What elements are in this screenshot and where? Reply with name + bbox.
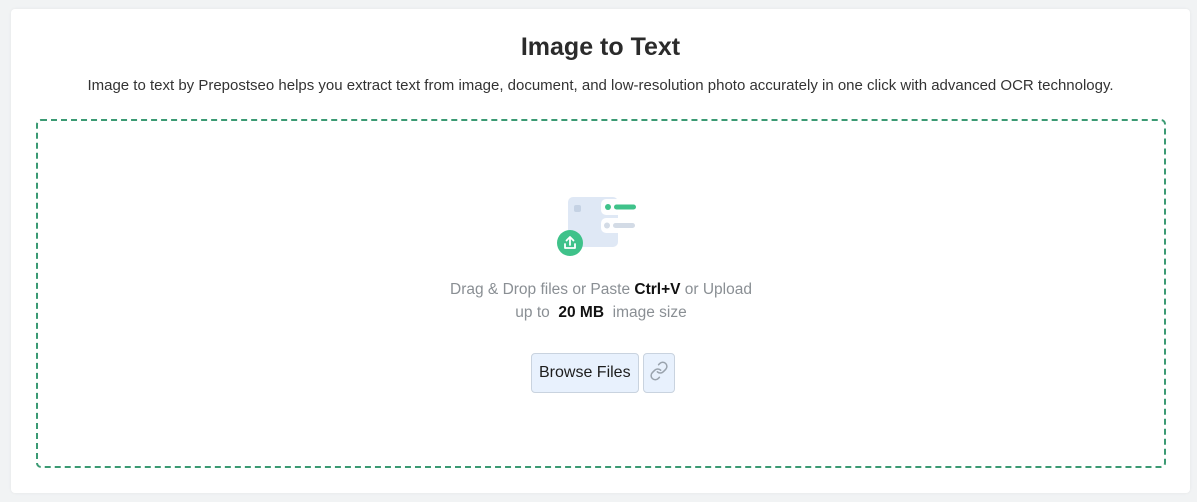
upload-from-url-button[interactable]: [642, 353, 675, 393]
browse-files-button[interactable]: Browse Files: [531, 353, 639, 393]
dropzone-line-1: Drag & Drop files or Paste Ctrl+V or Upl…: [38, 278, 1164, 301]
upload-image-icon: [556, 193, 646, 259]
size-text-suffix: image size: [608, 304, 687, 321]
paste-shortcut: Ctrl+V: [634, 281, 681, 298]
tool-card: Image to Text Image to text by Prepostse…: [11, 9, 1190, 493]
dropzone-line-2: up to 20 MB image size: [38, 301, 1164, 324]
page-title: Image to Text: [520, 33, 681, 61]
link-icon: [649, 361, 669, 386]
size-limit: 20 MB: [558, 304, 605, 321]
file-dropzone[interactable]: Drag & Drop files or Paste Ctrl+V or Upl…: [36, 119, 1166, 468]
upload-actions: Browse Files: [531, 353, 675, 393]
drop-text-suffix: or Upload: [680, 281, 752, 298]
page-description: Image to text by Prepostseo helps you ex…: [87, 77, 1114, 94]
dropzone-instructions: Drag & Drop files or Paste Ctrl+V or Upl…: [38, 278, 1164, 324]
drop-text-prefix: Drag & Drop files or Paste: [450, 281, 635, 298]
size-text-prefix: up to: [515, 304, 555, 321]
